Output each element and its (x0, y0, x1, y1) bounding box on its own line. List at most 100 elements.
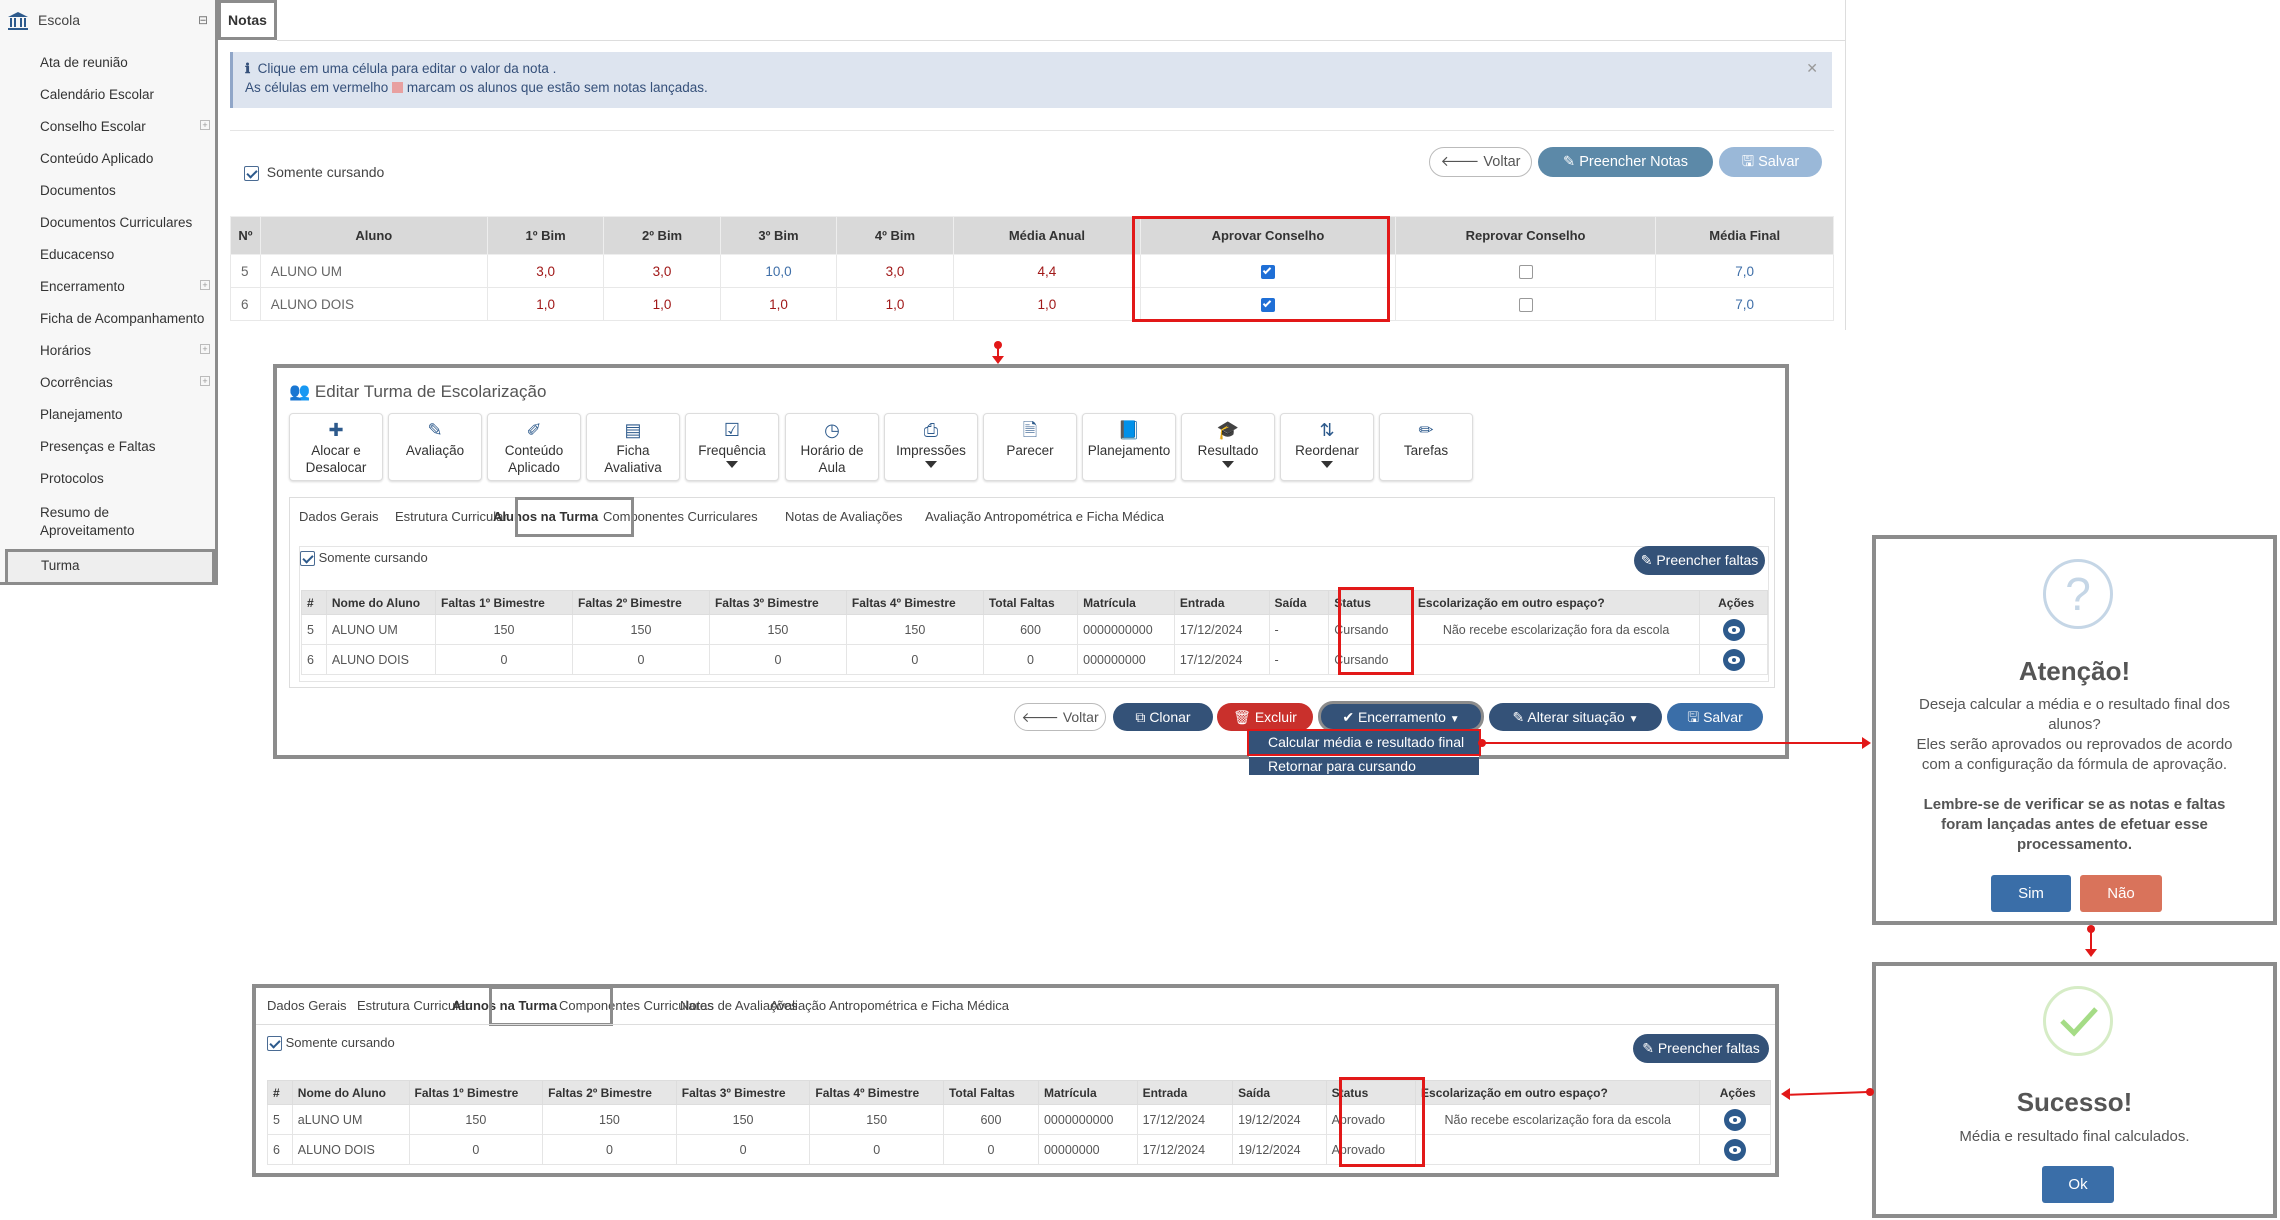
sidebar-item[interactable]: Documentos Curriculares (40, 214, 212, 232)
cell-grade[interactable]: 1,0 (836, 287, 954, 321)
eye-icon[interactable] (1724, 1108, 1747, 1131)
ok-button[interactable]: Ok (2042, 1166, 2114, 1203)
toolbar-button[interactable]: ◷ Horário de Aula (785, 413, 879, 481)
sidebar-item[interactable]: Ata de reunião (40, 54, 212, 72)
somente-cursando-toggle[interactable]: Somente cursando (300, 550, 428, 567)
cell-grade[interactable]: 3,0 (603, 254, 721, 288)
sidebar-item-label: Planejamento (40, 407, 123, 422)
encerramento-dropdown[interactable]: ✔ Encerramento ▼ (1318, 701, 1484, 732)
clonar-button[interactable]: ⧉ Clonar (1113, 703, 1213, 731)
sim-button[interactable]: Sim (1991, 875, 2071, 912)
preencher-faltas-button[interactable]: ✎ Preencher faltas (1633, 1034, 1769, 1063)
eye-icon[interactable] (1722, 648, 1745, 671)
sidebar-item[interactable]: Educacenso (40, 246, 212, 264)
sidebar-item-turma[interactable]: Turma (5, 549, 215, 585)
sidebar-item[interactable]: Ocorrências + (40, 374, 212, 392)
eye-icon[interactable] (1724, 1138, 1747, 1161)
alterar-situacao-dropdown[interactable]: ✎ Alterar situação ▼ (1489, 703, 1662, 731)
toolbar-button[interactable]: ⎙ Impressões (884, 413, 978, 481)
sidebar-item[interactable]: Ficha de Acompanhamento (40, 310, 212, 328)
cell-acoes (1699, 1134, 1771, 1165)
sidebar-item[interactable]: Planejamento (40, 406, 212, 424)
toolbar-button[interactable]: ⇅ Reordenar (1280, 413, 1374, 481)
column-header: Entrada (1136, 1080, 1234, 1105)
reprovar-checkbox[interactable] (1518, 297, 1533, 312)
expand-icon[interactable]: + (200, 344, 210, 354)
voltar-button[interactable]: 🡐 Voltar (1014, 703, 1106, 731)
cell-grade[interactable]: 1,0 (486, 287, 605, 321)
cell-f1: 150 (408, 1104, 544, 1135)
salvar-label: Salvar (1758, 154, 1800, 170)
somente-cursando-toggle[interactable]: Somente cursando (267, 1035, 395, 1052)
preencher-notas-button[interactable]: ✎ Preencher Notas (1538, 147, 1713, 177)
nao-button[interactable]: Não (2080, 875, 2162, 912)
expand-icon[interactable]: + (200, 120, 210, 130)
tab-estrutura-curricular[interactable]: Estrutura Curricular (395, 509, 508, 524)
toolbar-button[interactable]: ✐ Conteúdo Aplicado (487, 413, 581, 481)
toolbar-button[interactable]: 🗎 Parecer (983, 413, 1077, 481)
expand-icon[interactable]: + (200, 376, 210, 386)
sidebar-item[interactable]: Calendário Escolar (40, 86, 212, 104)
cell-number: 6 (230, 287, 261, 321)
cell-nome: ALUNO UM (325, 614, 437, 645)
somente-cursando-checkbox[interactable] (300, 551, 315, 567)
sidebar-item-label: Conselho Escolar (40, 119, 146, 134)
sidebar-item[interactable]: Documentos (40, 182, 212, 200)
tab-dados-gerais[interactable]: Dados Gerais (299, 509, 378, 524)
collapse-icon[interactable]: ⊟ (198, 13, 208, 27)
sidebar-item[interactable]: Resumo de Aproveitamento (40, 504, 150, 540)
eye-icon[interactable] (1722, 618, 1745, 641)
tab-notas-de-avalia-es[interactable]: Notas de Avaliações (785, 509, 903, 524)
sidebar-item[interactable]: Encerramento + (40, 278, 212, 296)
voltar-button[interactable]: 🡐 Voltar (1429, 147, 1532, 177)
caret-down-icon (1222, 461, 1234, 468)
sidebar-item[interactable]: Protocolos (40, 470, 212, 488)
somente-cursando-toggle[interactable]: Somente cursando (244, 164, 384, 181)
menu-item-retornar[interactable]: Retornar para cursando (1249, 755, 1479, 775)
cell-esc: Não recebe escolarização fora da escola (1415, 1104, 1701, 1135)
column-header: # (267, 1080, 293, 1105)
cell-mat: 000000000 (1077, 644, 1175, 675)
salvar-button[interactable]: 🖫 Salvar (1719, 147, 1822, 177)
voltar-label: Voltar (1483, 154, 1521, 170)
cell-grade[interactable]: 1,0 (719, 287, 838, 321)
tab-dados-gerais[interactable]: Dados Gerais (267, 998, 346, 1013)
highlight-status-column (1338, 587, 1414, 675)
toolbar-label-1: Conteúdo (504, 443, 564, 458)
reprovar-checkbox[interactable] (1518, 264, 1533, 279)
table-row: 6 ALUNO DOIS 0 0 0 0 0 000000000 17/12/2024- Curs… (301, 644, 1768, 675)
somente-cursando-checkbox[interactable] (244, 165, 259, 181)
toolbar-button[interactable]: ✎ Avaliação (388, 413, 482, 481)
column-header: Saída (1268, 590, 1330, 615)
table-row: 6 ALUNO DOIS 1,0 1,0 1,0 1,0 1,0 7,0 (230, 287, 1834, 321)
expand-icon[interactable]: + (200, 280, 210, 290)
cell-grade[interactable]: 3,0 (486, 254, 605, 288)
toolbar-button[interactable]: ☑ Frequência (685, 413, 779, 481)
toolbar-button[interactable]: 🎓 Resultado (1181, 413, 1275, 481)
toolbar-button[interactable]: ▤ Ficha Avaliativa (586, 413, 680, 481)
somente-cursando-checkbox[interactable] (267, 1036, 282, 1052)
excluir-button[interactable]: 🗑 Excluir (1217, 703, 1313, 731)
toolbar-button[interactable]: ✏ Tarefas (1379, 413, 1473, 481)
sidebar-item[interactable]: Conselho Escolar + (40, 118, 212, 136)
sidebar-item[interactable]: Conteúdo Aplicado (40, 150, 212, 168)
toolbar-button[interactable]: ✚ Alocar e Desalocar (289, 413, 383, 481)
salvar-button[interactable]: 🖫 Salvar (1667, 703, 1763, 731)
tab-avalia-o-antropom-trica-e-ficha-m-dica[interactable]: Avaliação Antropométrica e Ficha Médica (925, 509, 1164, 524)
alunos-table: # Nome do Aluno Faltas 1º Bimestre Faltas 2… (301, 590, 1768, 675)
sidebar-header[interactable]: Escola ⊟ (8, 10, 208, 32)
column-header: Nome do Aluno (325, 590, 437, 615)
cell-grade[interactable]: 3,0 (836, 254, 954, 288)
sidebar-item[interactable]: Horários + (40, 342, 212, 360)
sidebar-item[interactable]: Presenças e Faltas (40, 438, 212, 456)
column-header: Entrada (1173, 590, 1270, 615)
cell-grade[interactable]: 10,0 (719, 254, 838, 288)
cell-grade[interactable]: 1,0 (603, 287, 721, 321)
highlight-aprovar-conselho (1132, 216, 1390, 322)
preencher-faltas-button[interactable]: ✎ Preencher faltas (1634, 546, 1765, 575)
tab-avalia-o-antropom-trica-e-ficha-m-dica[interactable]: Avaliação Antropométrica e Ficha Médica (770, 998, 1009, 1013)
tab-notas[interactable]: Notas (218, 0, 277, 40)
close-icon[interactable]: ✕ (1806, 60, 1818, 77)
toolbar-button[interactable]: 📘 Planejamento (1082, 413, 1176, 481)
success-text: Média e resultado final calculados. (1959, 1128, 2190, 1145)
